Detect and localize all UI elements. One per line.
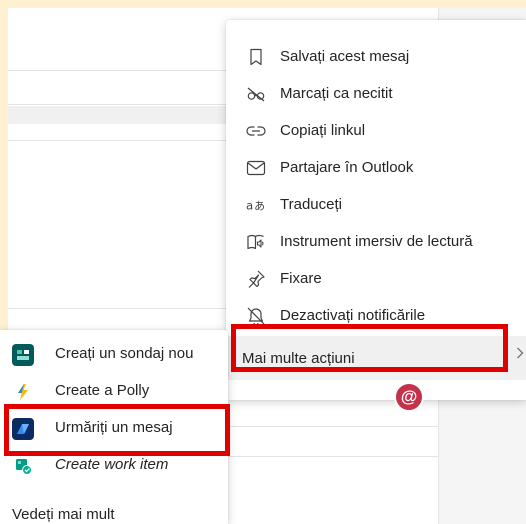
- menu-item-share-outlook[interactable]: Partajare în Outlook: [226, 149, 526, 186]
- menu-item-label: Copiați linkul: [280, 122, 366, 139]
- bell-off-icon: [246, 306, 266, 326]
- menu-item-turn-off-notifications[interactable]: Dezactivați notificările: [226, 297, 526, 334]
- translate-icon: aあ: [246, 195, 266, 215]
- menu-item-mark-unread[interactable]: Marcați ca necitit: [226, 75, 526, 112]
- submenu-item-follow-message[interactable]: Urmăriți un mesaj: [0, 410, 228, 447]
- submenu-item-label: Creați un sondaj nou: [55, 345, 194, 362]
- link-icon: [246, 121, 266, 141]
- submenu-item-label: Create work item: [55, 456, 169, 473]
- menu-item-label: Fixare: [280, 270, 322, 287]
- submenu-item-label: Urmăriți un mesaj: [55, 419, 173, 436]
- menu-item-immersive-reader[interactable]: Instrument imersiv de lectură: [226, 223, 526, 260]
- svg-text:a: a: [246, 199, 253, 213]
- more-actions-label: Mai multe acțiuni: [242, 349, 355, 367]
- menu-item-label: Partajare în Outlook: [280, 159, 414, 176]
- svg-text:あ: あ: [254, 200, 265, 213]
- menu-item-translate[interactable]: aあ Traduceți: [226, 186, 526, 223]
- menu-item-label: Salvați acest mesaj: [280, 48, 410, 65]
- submenu-item-create-work-item[interactable]: Create work item: [0, 447, 228, 484]
- submenu-item-create-poll[interactable]: Creați un sondaj nou: [0, 336, 228, 373]
- azure-boards-icon: [12, 455, 34, 477]
- pin-icon: [246, 269, 266, 289]
- menu-item-copy-link[interactable]: Copiați linkul: [226, 112, 526, 149]
- message-context-menu: Salvați acest mesaj Marcați ca necitit C…: [226, 20, 526, 400]
- menu-item-save-message[interactable]: Salvați acest mesaj: [226, 38, 526, 75]
- submenu-item-label: Create a Polly: [55, 382, 150, 399]
- more-actions-submenu: Creați un sondaj nou Create a Polly Urmă…: [0, 330, 228, 524]
- menu-item-label: Marcați ca necitit: [280, 85, 393, 102]
- menu-item-label: Traduceți: [280, 196, 342, 213]
- forms-poll-icon: [12, 344, 34, 366]
- see-more-link[interactable]: Vedeți mai mult: [12, 506, 115, 523]
- power-automate-icon: [12, 418, 34, 440]
- bookmark-icon: [246, 47, 266, 67]
- menu-item-label: Instrument imersiv de lectură: [280, 233, 473, 250]
- chevron-right-icon: [516, 346, 524, 365]
- immersive-reader-icon: [246, 232, 266, 252]
- menu-item-more-actions[interactable]: Mai multe acțiuni: [226, 336, 526, 380]
- polly-icon: [12, 381, 34, 403]
- menu-item-label: Dezactivați notificările: [280, 307, 426, 324]
- mail-icon: [246, 158, 266, 178]
- submenu-item-create-polly[interactable]: Create a Polly: [0, 373, 228, 410]
- eye-off-icon: [246, 84, 266, 104]
- mention-badge: @: [394, 382, 424, 412]
- menu-item-pin[interactable]: Fixare: [226, 260, 526, 297]
